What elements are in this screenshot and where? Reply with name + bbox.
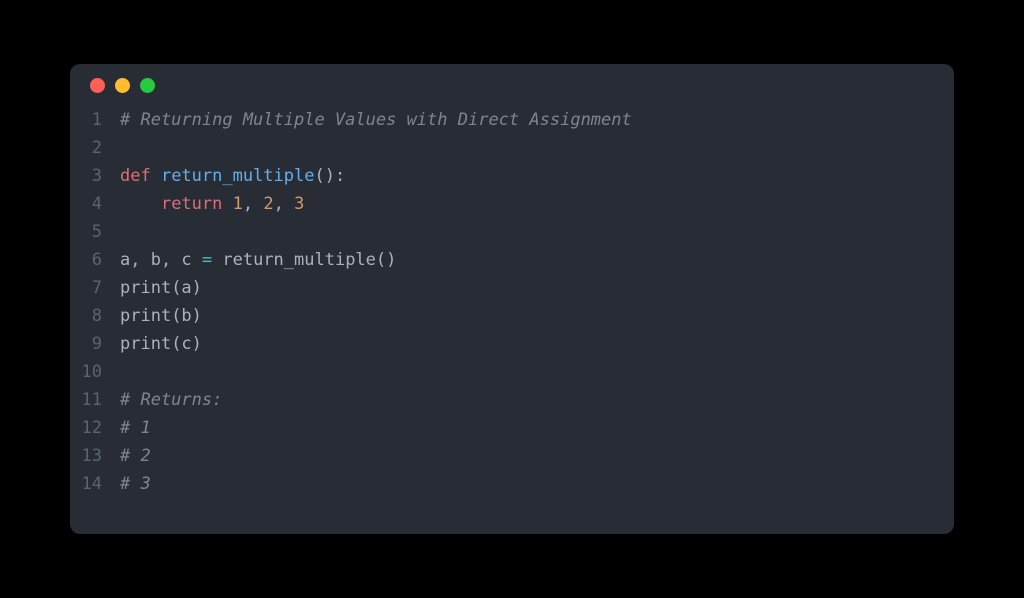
code-line: 13# 2: [80, 442, 954, 470]
token-punct: ,: [274, 194, 294, 214]
token-comment: # 3: [120, 474, 151, 494]
line-number: 13: [80, 442, 120, 470]
minimize-icon[interactable]: [115, 78, 130, 93]
code-line: 12# 1: [80, 414, 954, 442]
code-content: # Returns:: [120, 386, 954, 414]
token-ident: print: [120, 306, 171, 326]
code-line: 4 return 1, 2, 3: [80, 190, 954, 218]
token-return: return: [161, 194, 233, 214]
code-line: 1# Returning Multiple Values with Direct…: [80, 106, 954, 134]
code-content: def return_multiple():: [120, 162, 954, 190]
code-content: return 1, 2, 3: [120, 190, 954, 218]
code-window: 1# Returning Multiple Values with Direct…: [70, 64, 954, 534]
line-number: 4: [80, 190, 120, 218]
token-ident: [120, 194, 161, 214]
token-ident: print: [120, 278, 171, 298]
token-comment: # Returning Multiple Values with Direct …: [120, 110, 632, 130]
code-line: 5: [80, 218, 954, 246]
code-content: print(c): [120, 330, 954, 358]
token-func: return_multiple: [161, 166, 315, 186]
token-punct: ,: [243, 194, 263, 214]
code-content: # 3: [120, 470, 954, 498]
code-line: 2: [80, 134, 954, 162]
code-line: 8print(b): [80, 302, 954, 330]
token-ident: return_multiple(): [212, 250, 396, 270]
token-comment: # 1: [120, 418, 151, 438]
close-icon[interactable]: [90, 78, 105, 93]
code-content: # 2: [120, 442, 954, 470]
line-number: 8: [80, 302, 120, 330]
code-line: 11# Returns:: [80, 386, 954, 414]
zoom-icon[interactable]: [140, 78, 155, 93]
line-number: 7: [80, 274, 120, 302]
window-titlebar: [70, 64, 954, 106]
code-editor: 1# Returning Multiple Values with Direct…: [70, 106, 954, 498]
code-line: 14# 3: [80, 470, 954, 498]
line-number: 14: [80, 470, 120, 498]
code-line: 6a, b, c = return_multiple(): [80, 246, 954, 274]
code-content: print(b): [120, 302, 954, 330]
token-ident: print: [120, 334, 171, 354]
token-number: 1: [233, 194, 243, 214]
line-number: 12: [80, 414, 120, 442]
code-line: 9print(c): [80, 330, 954, 358]
code-content: a, b, c = return_multiple(): [120, 246, 954, 274]
token-paren: ():: [314, 166, 345, 186]
line-number: 10: [80, 358, 120, 386]
token-def: def: [120, 166, 161, 186]
code-line: 10: [80, 358, 954, 386]
line-number: 9: [80, 330, 120, 358]
line-number: 3: [80, 162, 120, 190]
code-content: # 1: [120, 414, 954, 442]
code-line: 3def return_multiple():: [80, 162, 954, 190]
code-content: print(a): [120, 274, 954, 302]
code-content: # Returning Multiple Values with Direct …: [120, 106, 954, 134]
line-number: 6: [80, 246, 120, 274]
line-number: 5: [80, 218, 120, 246]
token-comment: # 2: [120, 446, 151, 466]
code-content: [120, 134, 954, 162]
token-comment: # Returns:: [120, 390, 222, 410]
line-number: 1: [80, 106, 120, 134]
token-paren: (c): [171, 334, 202, 354]
line-number: 11: [80, 386, 120, 414]
token-op: =: [202, 250, 212, 270]
code-line: 7print(a): [80, 274, 954, 302]
token-number: 3: [294, 194, 304, 214]
token-ident: a, b, c: [120, 250, 202, 270]
token-paren: (a): [171, 278, 202, 298]
token-paren: (b): [171, 306, 202, 326]
line-number: 2: [80, 134, 120, 162]
code-content: [120, 218, 954, 246]
code-content: [120, 358, 954, 386]
token-number: 2: [263, 194, 273, 214]
